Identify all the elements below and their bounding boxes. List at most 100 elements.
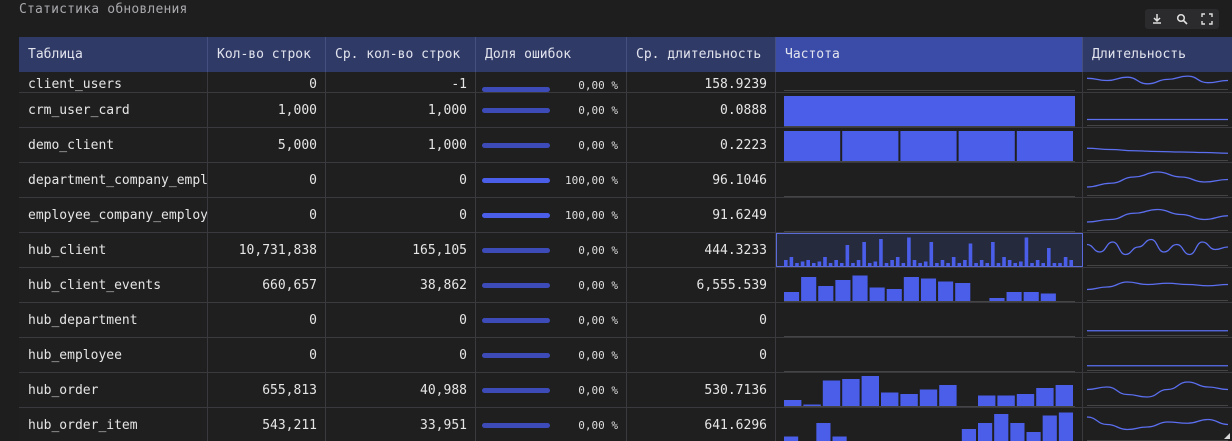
duration-sparkline	[1086, 208, 1229, 231]
duration-sparkline	[1086, 170, 1229, 196]
frequency-bar	[832, 436, 847, 441]
cell-error-rate: 0,00 %	[476, 373, 627, 407]
cell-frequency-chart[interactable]	[776, 268, 1083, 302]
error-rate-value: 0,00 %	[578, 243, 618, 257]
frequency-bar	[1023, 291, 1039, 301]
cell-frequency-chart[interactable]	[776, 303, 1083, 337]
cell-frequency-chart[interactable]	[776, 233, 1083, 267]
error-rate-value: 0,00 %	[578, 79, 618, 92]
frequency-bar	[1055, 384, 1073, 406]
cell-duration-sparkline	[1083, 373, 1232, 407]
column-header-row-count[interactable]: Кол-во строк	[208, 37, 326, 72]
frequency-bar	[920, 278, 937, 301]
error-rate-value: 100,00 %	[565, 173, 618, 187]
duration-sparkline	[1087, 118, 1228, 126]
duration-sparkline	[1086, 415, 1229, 441]
frequency-bar	[811, 262, 816, 266]
cell-duration-sparkline	[1083, 233, 1232, 267]
frequency-bar	[961, 428, 976, 441]
error-rate-bar	[482, 352, 550, 358]
cell-row-count: 0	[208, 72, 326, 92]
search-icon[interactable]	[1173, 10, 1191, 28]
table-row[interactable]: department_company_employee00100,00 %96.…	[19, 163, 1232, 198]
table-row[interactable]: hub_order 655,813 40,988 0,00 % 530.7136	[19, 373, 1232, 408]
column-header-duration[interactable]: Длительность	[1083, 37, 1232, 72]
cell-frequency-chart[interactable]	[776, 338, 1083, 372]
frequency-histogram	[784, 335, 1075, 337]
table-row[interactable]: crm_user_card 1,000 1,000 0,00 % 0.0888	[19, 93, 1232, 128]
table-row[interactable]: hub_department 0 0 0,00 % 0	[19, 303, 1232, 338]
fullscreen-icon[interactable]	[1198, 10, 1216, 28]
cell-row-count: 5,000	[208, 128, 326, 162]
cell-avg-rows: 0	[326, 163, 476, 197]
error-rate-bar	[482, 317, 550, 323]
cell-frequency-chart[interactable]	[776, 198, 1083, 232]
table-row[interactable]: client_users 0 -1 0,00 % 158.9239	[19, 72, 1232, 93]
cell-frequency-chart[interactable]	[776, 163, 1083, 197]
cell-avg-rows: 1,000	[326, 128, 476, 162]
frequency-bar	[1035, 259, 1040, 266]
frequency-bar	[1069, 259, 1073, 266]
table-row[interactable]: employee_company_employee 0 0 100,00 % 91.62…	[19, 198, 1232, 233]
frequency-bar	[816, 422, 831, 441]
frequency-bar	[828, 262, 833, 266]
frequency-bar	[862, 241, 866, 266]
error-rate-bar	[482, 107, 550, 113]
frequency-histogram	[784, 237, 1075, 267]
cell-row-count: 0	[208, 338, 326, 372]
error-rate-bar	[482, 282, 550, 288]
frequency-bar	[861, 375, 879, 406]
column-header-frequency[interactable]: Частота	[776, 37, 1083, 72]
cell-frequency-chart[interactable]	[776, 72, 1083, 92]
download-icon[interactable]	[1148, 10, 1166, 28]
cell-frequency-chart[interactable]	[776, 373, 1083, 407]
cell-avg-rows: 38,862	[326, 268, 476, 302]
frequency-bar	[795, 262, 799, 266]
cell-error-rate: 0,00 %	[476, 338, 627, 372]
duration-sparkline	[1086, 280, 1229, 301]
frequency-bar	[784, 259, 788, 266]
cell-frequency-chart[interactable]	[776, 93, 1083, 127]
table-row[interactable]: hub_employee 0 0 0,00 % 0	[19, 338, 1232, 373]
table-row[interactable]: hub_order_item 543,211 33,951 0,00 % 641.629…	[19, 408, 1232, 441]
frequency-bar	[884, 262, 889, 266]
cell-frequency-chart[interactable]	[776, 408, 1083, 441]
frequency-bar	[1052, 262, 1057, 266]
cell-avg-duration: 444.3233	[627, 233, 776, 267]
cell-duration-sparkline	[1083, 268, 1232, 302]
column-header-error-rate[interactable]: Доля ошибок	[476, 37, 627, 72]
duration-sparkline	[1086, 147, 1229, 161]
duration-line	[1086, 280, 1229, 290]
error-rate-value: 0,00 %	[578, 348, 618, 362]
error-rate-value: 0,00 %	[578, 103, 618, 117]
cell-row-count: 0	[208, 163, 326, 197]
cell-frequency-chart[interactable]	[776, 128, 1083, 162]
frequency-bar	[900, 393, 918, 406]
duration-sparkline	[1086, 238, 1229, 266]
frequency-bar	[1002, 256, 1006, 266]
frequency-bar	[919, 389, 938, 406]
frequency-bar	[940, 259, 945, 266]
table-body: client_users 0 -1 0,00 % 158.9239 crm_user_ca…	[19, 72, 1232, 441]
cell-avg-duration: 6,555.539	[627, 268, 776, 302]
column-header-avg-duration[interactable]: Ср. длительность	[627, 37, 776, 72]
toolbar	[1145, 9, 1219, 29]
table-row[interactable]: hub_client_events 660,657 38,862 0,00 % 6,55…	[19, 268, 1232, 303]
frequency-bar	[955, 282, 971, 301]
frequency-bar	[784, 399, 802, 406]
frequency-bar	[890, 259, 894, 266]
cell-avg-rows: -1	[326, 72, 476, 92]
error-rate-value: 0,00 %	[578, 278, 618, 292]
frequency-bar	[939, 384, 957, 406]
resize-handle[interactable]	[1224, 433, 1230, 439]
frequency-bar	[886, 288, 902, 301]
frequency-bar	[991, 241, 995, 266]
cell-table-name: demo_client	[19, 128, 208, 162]
column-header-table[interactable]: Таблица	[19, 37, 208, 72]
table-row[interactable]: demo_client 5,000 1,000 0,00 % 0.2223	[19, 128, 1232, 163]
column-header-avg-rows[interactable]: Ср. кол-во строк	[326, 37, 476, 72]
frequency-bar	[784, 291, 800, 301]
table-row[interactable]: hub_client 10,731,838 165,105 0,00 % 444.323…	[19, 233, 1232, 268]
frequency-bar	[1007, 259, 1012, 266]
frequency-bar	[963, 259, 967, 266]
